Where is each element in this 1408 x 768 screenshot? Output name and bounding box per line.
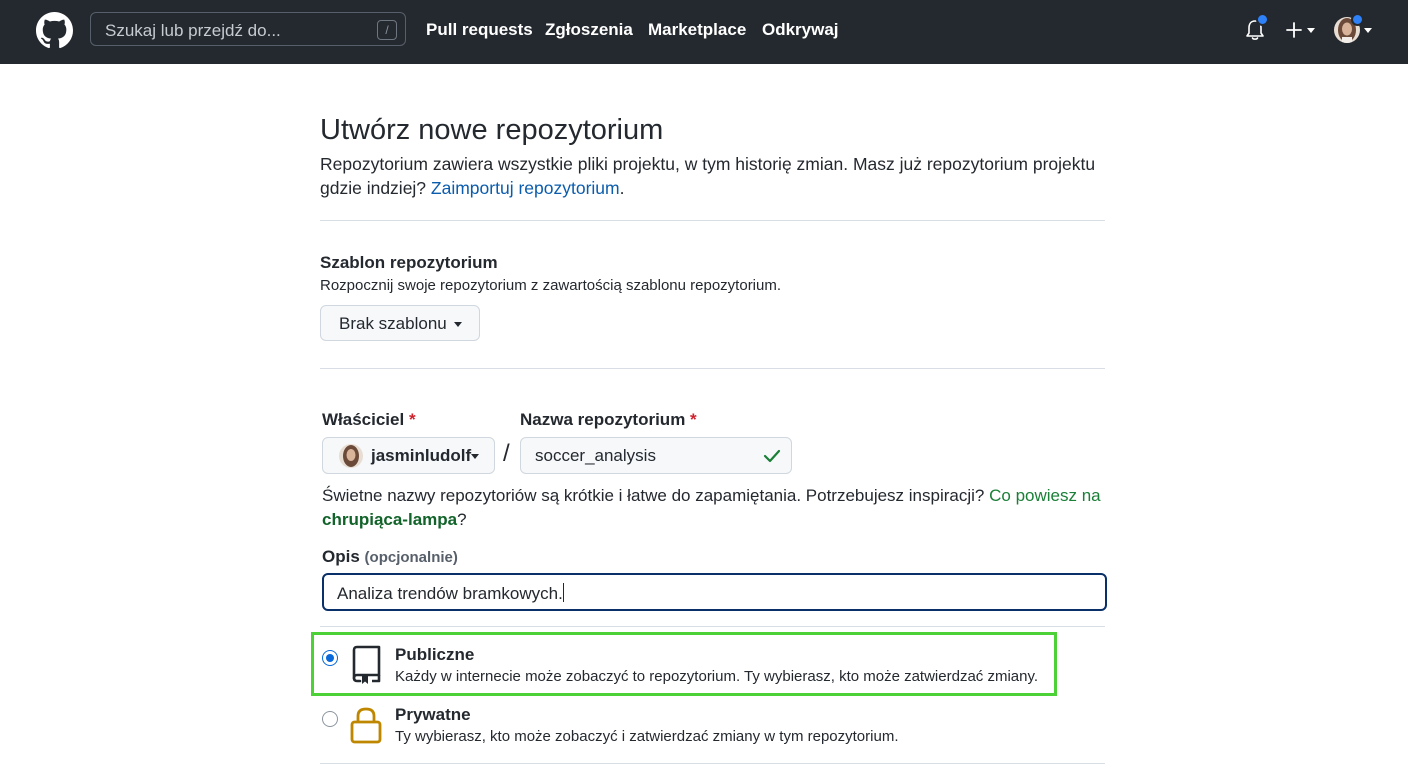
check-icon (763, 449, 781, 463)
description-optional-hint: (opcjonalnie) (364, 549, 458, 566)
search-placeholder: Szukaj lub przejdź do... (105, 21, 281, 40)
owner-avatar-icon (339, 444, 363, 468)
search-shortcut-key: / (377, 20, 397, 40)
description-value: Analiza trendów bramkowych. (337, 583, 564, 604)
github-mark-icon[interactable] (36, 12, 73, 49)
hint-text: Świetne nazwy repozytoriów są krótkie i … (322, 486, 985, 505)
nav-explore[interactable]: Odkrywaj (762, 20, 839, 40)
public-title: Publiczne (395, 645, 475, 664)
owner-label-text: Właściciel (322, 410, 405, 429)
repo-name-required-mark: * (690, 410, 697, 429)
search-input[interactable]: Szukaj lub przejdź do... / (90, 12, 406, 46)
public-radio[interactable] (322, 650, 338, 666)
owner-label: Właściciel * (322, 410, 416, 430)
owner-select-button[interactable]: jasminludolf (322, 437, 495, 474)
chevron-down-icon (454, 322, 462, 327)
owner-repo-separator: / (503, 440, 510, 467)
text-cursor (562, 583, 564, 602)
description-value-text: Analiza trendów bramkowych. (337, 584, 563, 603)
owner-value: jasminludolf (371, 446, 472, 465)
private-title: Prywatne (395, 705, 471, 724)
suggestion-prefix: Co powiesz na (989, 486, 1101, 505)
nav-marketplace[interactable]: Marketplace (648, 20, 746, 40)
template-select-button[interactable]: Brak szablonu (320, 305, 480, 341)
public-description: Każdy w internecie może zobaczyć to repo… (395, 668, 1039, 685)
page-subtitle: Repozytorium zawiera wszystkie pliki pro… (320, 152, 1100, 200)
description-input[interactable]: Analiza trendów bramkowych. (322, 573, 1107, 611)
divider (320, 626, 1105, 627)
template-description: Rozpocznij swoje repozytorium z zawartoś… (320, 277, 782, 294)
suggested-name-link[interactable]: chrupiąca-lampa (322, 510, 457, 529)
description-label: Opis (opcjonalnie) (322, 547, 458, 567)
repo-name-hint: Świetne nazwy repozytoriów są krótkie i … (322, 484, 1112, 532)
nav-issues[interactable]: Zgłoszenia (545, 20, 633, 40)
divider (320, 368, 1105, 369)
template-selected-label: Brak szablonu (339, 314, 447, 333)
chevron-down-icon (471, 454, 479, 459)
divider (320, 220, 1105, 221)
repo-name-label: Nazwa repozytorium * (520, 410, 697, 430)
user-menu-caret-icon[interactable] (1364, 28, 1372, 33)
top-header: Szukaj lub przejdź do... / Pull requests… (0, 0, 1408, 64)
nav-pull-requests[interactable]: Pull requests (426, 20, 533, 40)
avatar-status-dot (1351, 13, 1364, 26)
description-label-text: Opis (322, 547, 360, 566)
import-link-suffix: . (619, 178, 625, 198)
repo-name-value: soccer_analysis (535, 446, 656, 465)
template-title: Szablon repozytorium (320, 253, 498, 272)
repo-icon (352, 645, 381, 684)
repo-name-label-text: Nazwa repozytorium (520, 410, 686, 429)
divider (320, 763, 1105, 764)
lock-icon (350, 707, 382, 744)
plus-icon[interactable] (1285, 21, 1303, 39)
page-title: Utwórz nowe repozytorium (320, 114, 664, 146)
import-repository-link[interactable]: Zaimportuj repozytorium (431, 178, 620, 198)
private-description: Ty wybierasz, kto może zobaczyć i zatwie… (395, 728, 899, 745)
private-radio[interactable] (322, 711, 338, 727)
suggestion-suffix: ? (457, 510, 467, 529)
create-caret-icon[interactable] (1307, 28, 1315, 33)
owner-required-mark: * (408, 410, 416, 429)
notification-dot (1256, 13, 1269, 26)
repo-name-input[interactable]: soccer_analysis (520, 437, 792, 474)
